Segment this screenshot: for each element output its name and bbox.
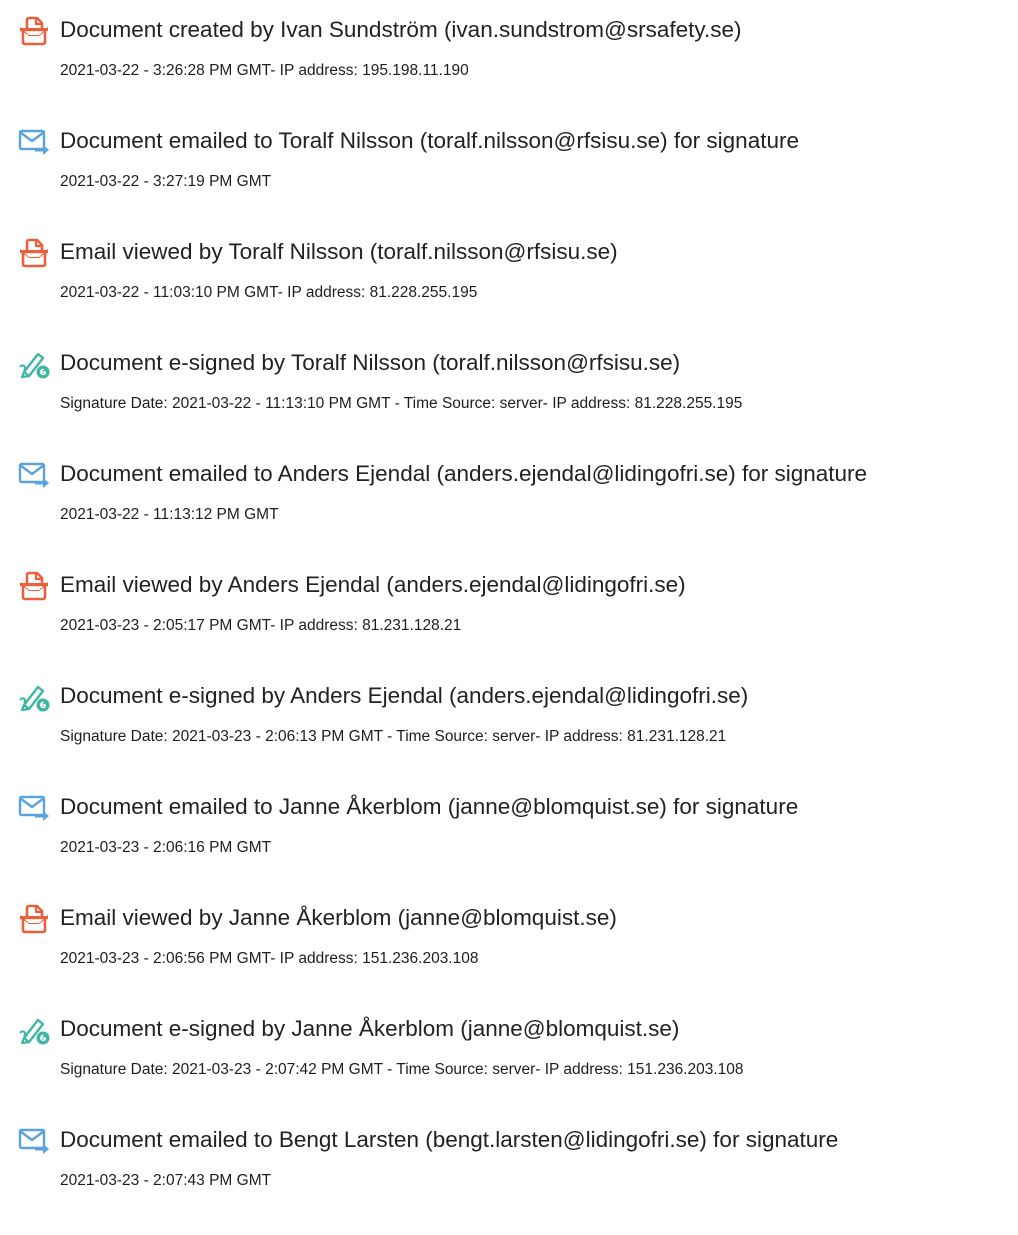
- document-viewed-icon: [18, 569, 50, 601]
- event-title: Email viewed by Toralf Nilsson (toralf.n…: [60, 239, 618, 264]
- event-detail: 2021-03-22 - 11:03:10 PM GMT- IP address…: [60, 284, 478, 301]
- event-detail: 2021-03-23 - 2:07:43 PM GMT: [60, 1172, 272, 1189]
- pen-signed-icon: [18, 680, 50, 712]
- event-detail: 2021-03-22 - 3:26:28 PM GMT- IP address:…: [60, 62, 469, 79]
- event-title: Document e-signed by Anders Ejendal (and…: [60, 683, 749, 708]
- audit-event: Email viewed by Janne Åkerblom (janne@bl…: [18, 902, 1018, 1013]
- audit-event: Email viewed by Anders Ejendal (anders.e…: [18, 569, 1018, 680]
- audit-event: Document emailed to Toralf Nilsson (tora…: [18, 125, 1018, 236]
- event-title: Document emailed to Anders Ejendal (ande…: [60, 461, 868, 486]
- event-detail: 2021-03-23 - 2:06:56 PM GMT- IP address:…: [60, 950, 479, 967]
- event-detail: 2021-03-23 - 2:05:17 PM GMT- IP address:…: [60, 617, 462, 634]
- event-title: Email viewed by Janne Åkerblom (janne@bl…: [60, 905, 617, 930]
- event-detail: Signature Date: 2021-03-23 - 2:07:42 PM …: [60, 1061, 744, 1078]
- event-detail: 2021-03-22 - 11:13:12 PM GMT: [60, 506, 279, 523]
- pen-signed-icon: [18, 347, 50, 379]
- event-title: Document emailed to Janne Åkerblom (jann…: [60, 794, 799, 819]
- envelope-arrow-icon: [18, 791, 50, 823]
- audit-event: Email viewed by Toralf Nilsson (toralf.n…: [18, 236, 1018, 347]
- event-detail: Signature Date: 2021-03-23 - 2:06:13 PM …: [60, 728, 727, 745]
- envelope-arrow-icon: [18, 1124, 50, 1156]
- document-viewed-icon: [18, 902, 50, 934]
- document-viewed-icon: [18, 236, 50, 268]
- event-detail: 2021-03-23 - 2:06:16 PM GMT: [60, 839, 272, 856]
- event-title: Document e-signed by Toralf Nilsson (tor…: [60, 350, 681, 375]
- audit-event: Document emailed to Bengt Larsten (bengt…: [18, 1124, 1018, 1235]
- audit-event: Document emailed to Anders Ejendal (ande…: [18, 458, 1018, 569]
- audit-event: Document e-signed by Janne Åkerblom (jan…: [18, 1013, 1018, 1124]
- event-title: Email viewed by Anders Ejendal (anders.e…: [60, 572, 686, 597]
- event-detail: 2021-03-22 - 3:27:19 PM GMT: [60, 173, 272, 190]
- event-title: Document e-signed by Janne Åkerblom (jan…: [60, 1016, 680, 1041]
- envelope-arrow-icon: [18, 125, 50, 157]
- envelope-arrow-icon: [18, 458, 50, 490]
- audit-event: Document created by Ivan Sundström (ivan…: [18, 14, 1018, 125]
- audit-event: Document emailed to Janne Åkerblom (jann…: [18, 791, 1018, 902]
- event-title: Document emailed to Bengt Larsten (bengt…: [60, 1127, 839, 1152]
- event-title: Document created by Ivan Sundström (ivan…: [60, 17, 742, 42]
- event-detail: Signature Date: 2021-03-22 - 11:13:10 PM…: [60, 395, 743, 412]
- pen-signed-icon: [18, 1013, 50, 1045]
- audit-trail-list: Document created by Ivan Sundström (ivan…: [18, 14, 1018, 1235]
- audit-event: Document e-signed by Toralf Nilsson (tor…: [18, 347, 1018, 458]
- document-created-icon: [18, 14, 50, 46]
- event-title: Document emailed to Toralf Nilsson (tora…: [60, 128, 799, 153]
- audit-event: Document e-signed by Anders Ejendal (and…: [18, 680, 1018, 791]
